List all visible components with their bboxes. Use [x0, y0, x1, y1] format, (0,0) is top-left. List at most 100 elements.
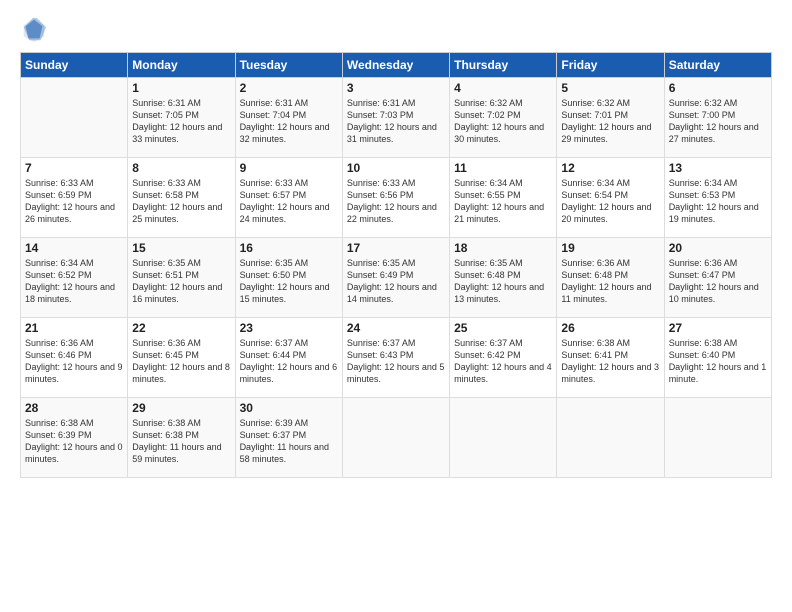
day-cell	[664, 398, 771, 478]
cell-info: Sunrise: 6:33 AMSunset: 6:57 PMDaylight:…	[240, 177, 338, 226]
day-cell: 1 Sunrise: 6:31 AMSunset: 7:05 PMDaylight…	[128, 78, 235, 158]
cell-info: Sunrise: 6:34 AMSunset: 6:52 PMDaylight:…	[25, 257, 123, 306]
day-number: 19	[561, 241, 659, 255]
day-number: 13	[669, 161, 767, 175]
cell-info: Sunrise: 6:33 AMSunset: 6:56 PMDaylight:…	[347, 177, 445, 226]
cell-info: Sunrise: 6:33 AMSunset: 6:59 PMDaylight:…	[25, 177, 123, 226]
cell-info: Sunrise: 6:31 AMSunset: 7:04 PMDaylight:…	[240, 97, 338, 146]
day-number: 10	[347, 161, 445, 175]
day-cell: 12 Sunrise: 6:34 AMSunset: 6:54 PMDayligh…	[557, 158, 664, 238]
day-cell	[342, 398, 449, 478]
cell-info: Sunrise: 6:32 AMSunset: 7:02 PMDaylight:…	[454, 97, 552, 146]
day-cell: 14 Sunrise: 6:34 AMSunset: 6:52 PMDayligh…	[21, 238, 128, 318]
day-number: 20	[669, 241, 767, 255]
day-cell: 20 Sunrise: 6:36 AMSunset: 6:47 PMDayligh…	[664, 238, 771, 318]
cell-info: Sunrise: 6:39 AMSunset: 6:37 PMDaylight:…	[240, 417, 338, 466]
day-number: 1	[132, 81, 230, 95]
day-number: 29	[132, 401, 230, 415]
day-cell: 4 Sunrise: 6:32 AMSunset: 7:02 PMDaylight…	[450, 78, 557, 158]
day-cell: 16 Sunrise: 6:35 AMSunset: 6:50 PMDayligh…	[235, 238, 342, 318]
day-number: 4	[454, 81, 552, 95]
week-row-2: 7Sunrise: 6:33 AMSunset: 6:59 PMDaylight…	[21, 158, 772, 238]
day-cell	[450, 398, 557, 478]
day-cell: 11 Sunrise: 6:34 AMSunset: 6:55 PMDayligh…	[450, 158, 557, 238]
cell-info: Sunrise: 6:38 AMSunset: 6:40 PMDaylight:…	[669, 337, 767, 386]
day-cell: 29 Sunrise: 6:38 AMSunset: 6:38 PMDayligh…	[128, 398, 235, 478]
cell-info: Sunrise: 6:38 AMSunset: 6:39 PMDaylight:…	[25, 417, 123, 466]
day-cell: 19 Sunrise: 6:36 AMSunset: 6:48 PMDayligh…	[557, 238, 664, 318]
day-number: 3	[347, 81, 445, 95]
week-row-4: 21 Sunrise: 6:36 AMSunset: 6:46 PMDayligh…	[21, 318, 772, 398]
day-cell: 28 Sunrise: 6:38 AMSunset: 6:39 PMDayligh…	[21, 398, 128, 478]
cell-info: Sunrise: 6:36 AMSunset: 6:46 PMDaylight:…	[25, 337, 123, 386]
cell-info: Sunrise: 6:34 AMSunset: 6:55 PMDaylight:…	[454, 177, 552, 226]
day-number: 23	[240, 321, 338, 335]
day-number: 22	[132, 321, 230, 335]
day-number: 6	[669, 81, 767, 95]
day-number: 21	[25, 321, 123, 335]
page: SundayMondayTuesdayWednesdayThursdayFrid…	[0, 0, 792, 612]
logo	[20, 16, 52, 44]
day-number: 17	[347, 241, 445, 255]
header-cell-friday: Friday	[557, 53, 664, 78]
day-number: 24	[347, 321, 445, 335]
day-cell: 17 Sunrise: 6:35 AMSunset: 6:49 PMDayligh…	[342, 238, 449, 318]
day-number: 26	[561, 321, 659, 335]
day-number: 12	[561, 161, 659, 175]
day-number: 25	[454, 321, 552, 335]
header-cell-sunday: Sunday	[21, 53, 128, 78]
header-row: SundayMondayTuesdayWednesdayThursdayFrid…	[21, 53, 772, 78]
day-cell: 18 Sunrise: 6:35 AMSunset: 6:48 PMDayligh…	[450, 238, 557, 318]
cell-info: Sunrise: 6:37 AMSunset: 6:42 PMDaylight:…	[454, 337, 552, 386]
day-number: 27	[669, 321, 767, 335]
cell-info: Sunrise: 6:38 AMSunset: 6:38 PMDaylight:…	[132, 417, 230, 466]
cell-info: Sunrise: 6:35 AMSunset: 6:48 PMDaylight:…	[454, 257, 552, 306]
calendar-header: SundayMondayTuesdayWednesdayThursdayFrid…	[21, 53, 772, 78]
day-cell: 8Sunrise: 6:33 AMSunset: 6:58 PMDaylight…	[128, 158, 235, 238]
cell-info: Sunrise: 6:36 AMSunset: 6:48 PMDaylight:…	[561, 257, 659, 306]
cell-info: Sunrise: 6:31 AMSunset: 7:03 PMDaylight:…	[347, 97, 445, 146]
day-number: 15	[132, 241, 230, 255]
header-cell-wednesday: Wednesday	[342, 53, 449, 78]
cell-info: Sunrise: 6:34 AMSunset: 6:54 PMDaylight:…	[561, 177, 659, 226]
day-number: 11	[454, 161, 552, 175]
day-cell: 25 Sunrise: 6:37 AMSunset: 6:42 PMDayligh…	[450, 318, 557, 398]
header-cell-monday: Monday	[128, 53, 235, 78]
day-cell: 23 Sunrise: 6:37 AMSunset: 6:44 PMDayligh…	[235, 318, 342, 398]
cell-info: Sunrise: 6:32 AMSunset: 7:01 PMDaylight:…	[561, 97, 659, 146]
day-cell: 2Sunrise: 6:31 AMSunset: 7:04 PMDaylight…	[235, 78, 342, 158]
day-cell: 7Sunrise: 6:33 AMSunset: 6:59 PMDaylight…	[21, 158, 128, 238]
cell-info: Sunrise: 6:38 AMSunset: 6:41 PMDaylight:…	[561, 337, 659, 386]
day-cell: 30 Sunrise: 6:39 AMSunset: 6:37 PMDayligh…	[235, 398, 342, 478]
cell-info: Sunrise: 6:32 AMSunset: 7:00 PMDaylight:…	[669, 97, 767, 146]
day-number: 18	[454, 241, 552, 255]
cell-info: Sunrise: 6:35 AMSunset: 6:49 PMDaylight:…	[347, 257, 445, 306]
cell-info: Sunrise: 6:31 AMSunset: 7:05 PMDaylight:…	[132, 97, 230, 146]
day-number: 30	[240, 401, 338, 415]
day-cell: 9 Sunrise: 6:33 AMSunset: 6:57 PMDaylight…	[235, 158, 342, 238]
calendar-body: 1 Sunrise: 6:31 AMSunset: 7:05 PMDaylight…	[21, 78, 772, 478]
day-cell: 6 Sunrise: 6:32 AMSunset: 7:00 PMDaylight…	[664, 78, 771, 158]
header-cell-tuesday: Tuesday	[235, 53, 342, 78]
day-cell: 13Sunrise: 6:34 AMSunset: 6:53 PMDayligh…	[664, 158, 771, 238]
cell-info: Sunrise: 6:37 AMSunset: 6:44 PMDaylight:…	[240, 337, 338, 386]
cell-info: Sunrise: 6:37 AMSunset: 6:43 PMDaylight:…	[347, 337, 445, 386]
day-number: 14	[25, 241, 123, 255]
cell-info: Sunrise: 6:33 AMSunset: 6:58 PMDaylight:…	[132, 177, 230, 226]
cell-info: Sunrise: 6:36 AMSunset: 6:47 PMDaylight:…	[669, 257, 767, 306]
cell-info: Sunrise: 6:36 AMSunset: 6:45 PMDaylight:…	[132, 337, 230, 386]
day-cell: 22 Sunrise: 6:36 AMSunset: 6:45 PMDayligh…	[128, 318, 235, 398]
cell-info: Sunrise: 6:35 AMSunset: 6:50 PMDaylight:…	[240, 257, 338, 306]
day-number: 28	[25, 401, 123, 415]
calendar-table: SundayMondayTuesdayWednesdayThursdayFrid…	[20, 52, 772, 478]
day-cell: 27 Sunrise: 6:38 AMSunset: 6:40 PMDayligh…	[664, 318, 771, 398]
day-cell: 24 Sunrise: 6:37 AMSunset: 6:43 PMDayligh…	[342, 318, 449, 398]
day-number: 16	[240, 241, 338, 255]
day-number: 9	[240, 161, 338, 175]
day-cell: 26 Sunrise: 6:38 AMSunset: 6:41 PMDayligh…	[557, 318, 664, 398]
header-cell-saturday: Saturday	[664, 53, 771, 78]
logo-icon	[20, 16, 48, 44]
header-cell-thursday: Thursday	[450, 53, 557, 78]
day-cell: 10 Sunrise: 6:33 AMSunset: 6:56 PMDayligh…	[342, 158, 449, 238]
day-cell	[557, 398, 664, 478]
